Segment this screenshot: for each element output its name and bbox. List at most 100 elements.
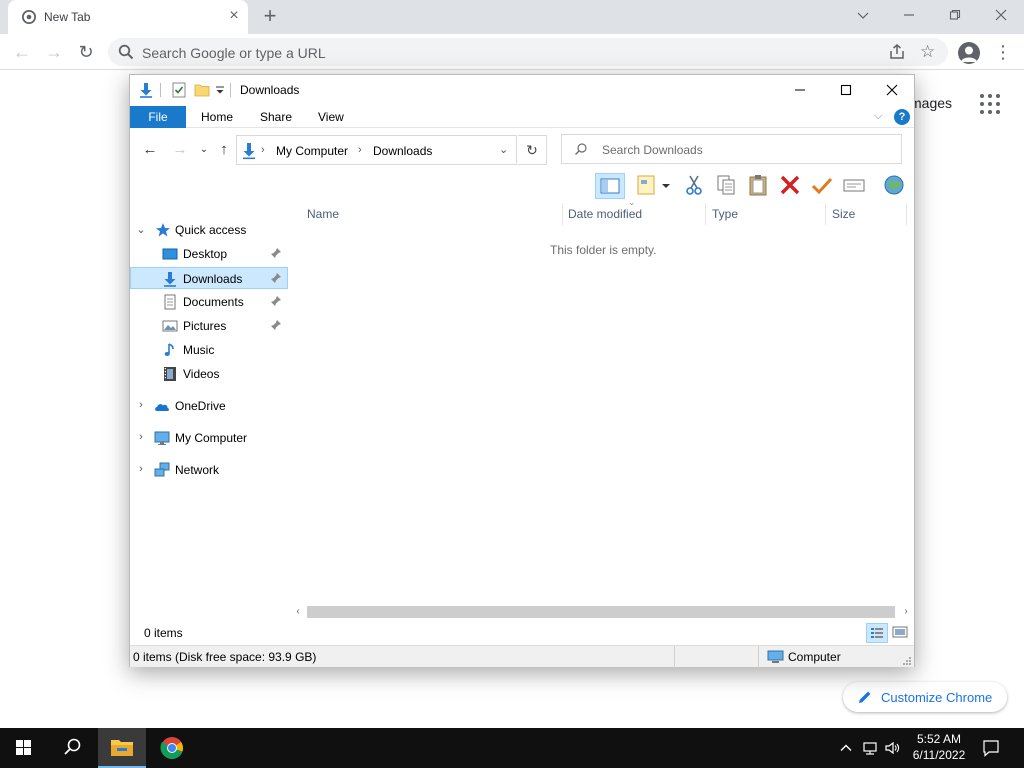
images-link[interactable]: mages (910, 95, 952, 111)
scrollbar-thumb[interactable] (307, 606, 895, 618)
ribbon-tab-view[interactable]: View (318, 106, 344, 128)
tab-new-tab[interactable]: New Tab × (8, 0, 248, 34)
column-header-name[interactable]: Name (307, 203, 339, 225)
nav-item-desktop[interactable]: Desktop (130, 243, 288, 265)
tab-search-chevron-icon[interactable] (848, 4, 878, 26)
bookmark-star-icon[interactable]: ☆ (920, 42, 935, 62)
search-downloads-input[interactable]: Search Downloads (561, 134, 902, 164)
status-text: 0 items (Disk free space: 93.9 GB) (133, 650, 317, 664)
taskbar-chrome[interactable] (148, 728, 196, 768)
taskbar-clock[interactable]: 5:52 AM 6/11/2022 (904, 731, 974, 763)
delete-x-icon[interactable] (778, 173, 802, 197)
network-globe-icon[interactable] (882, 173, 906, 197)
tab-close-icon[interactable]: × (226, 8, 242, 24)
change-view-button[interactable] (635, 173, 659, 197)
address-history-chevron-icon[interactable]: ⌄ (499, 143, 508, 156)
expand-ribbon-chevron-icon[interactable]: ⌵ (874, 110, 882, 123)
collapse-chevron-icon[interactable]: ⌄ (136, 223, 146, 236)
copy-icon[interactable] (714, 173, 738, 197)
ribbon-tab-share[interactable]: Share (260, 106, 292, 128)
chrome-toolbar: ← → ↻ Search Google or type a URL ☆ ⋮ (0, 34, 1024, 70)
address-bar[interactable]: › My Computer › Downloads ⌄ (236, 135, 517, 165)
explorer-forward-arrow-icon[interactable]: → (170, 141, 190, 159)
explorer-back-arrow-icon[interactable]: ← (140, 141, 160, 159)
pin-icon[interactable] (270, 295, 282, 307)
downloads-arrow-icon (164, 272, 176, 287)
column-divider[interactable] (825, 203, 826, 225)
new-folder-icon[interactable] (194, 82, 210, 98)
nav-item-pictures[interactable]: Pictures (130, 315, 288, 337)
pin-icon[interactable] (270, 247, 282, 259)
breadcrumb-separator-icon[interactable]: › (358, 144, 362, 156)
column-header-type[interactable]: Type (712, 203, 738, 225)
preview-pane-button[interactable] (595, 173, 625, 199)
explorer-maximize-icon[interactable] (823, 75, 869, 105)
help-icon[interactable]: ? (894, 109, 910, 125)
expand-chevron-icon[interactable]: › (136, 399, 146, 411)
share-icon[interactable] (888, 43, 906, 61)
refresh-icon[interactable]: ↻ (518, 135, 547, 165)
breadcrumb-downloads[interactable]: Downloads (373, 144, 432, 158)
back-arrow-icon[interactable]: ← (10, 40, 34, 64)
new-tab-plus-icon[interactable]: + (258, 5, 282, 29)
chrome-menu-icon[interactable]: ⋮ (994, 42, 1012, 64)
column-header-date-modified[interactable]: Date modified (568, 203, 642, 225)
restore-icon[interactable] (940, 4, 970, 26)
nav-item-quick-access[interactable]: ⌄ Quick access (130, 219, 288, 241)
column-header-size[interactable]: Size (832, 203, 855, 225)
reload-icon[interactable]: ↻ (74, 40, 98, 64)
explorer-minimize-icon[interactable] (777, 75, 823, 105)
notifications-icon[interactable] (982, 739, 1000, 757)
paste-clipboard-icon[interactable] (746, 173, 770, 197)
status-location: Computer (788, 650, 841, 664)
details-view-button[interactable] (866, 623, 888, 643)
pin-icon[interactable] (270, 272, 282, 284)
ribbon-tab-file[interactable]: File (130, 106, 186, 128)
breadcrumb-separator-icon[interactable]: › (261, 144, 265, 156)
change-view-dropdown-icon[interactable] (660, 173, 672, 197)
column-divider[interactable] (562, 203, 563, 225)
show-hidden-icons-chevron-icon[interactable] (838, 740, 854, 756)
close-window-icon[interactable] (986, 4, 1016, 26)
select-all-icon[interactable] (842, 173, 866, 197)
explorer-close-icon[interactable] (869, 75, 915, 105)
expand-chevron-icon[interactable]: › (136, 431, 146, 443)
column-divider[interactable] (906, 203, 907, 225)
ribbon-tab-home[interactable]: Home (201, 106, 233, 128)
nav-item-onedrive[interactable]: › OneDrive (130, 395, 288, 417)
breadcrumb-my-computer[interactable]: My Computer (276, 144, 348, 158)
up-arrow-icon[interactable]: ↑ (214, 141, 234, 159)
minimize-icon[interactable] (894, 4, 924, 26)
pin-icon[interactable] (270, 319, 282, 331)
recent-locations-chevron-icon[interactable]: ⌄ (194, 141, 214, 159)
network-tray-icon[interactable] (862, 740, 878, 756)
file-explorer-folder-icon (111, 740, 133, 756)
scroll-right-arrow-icon[interactable]: › (898, 604, 914, 620)
nav-item-music[interactable]: Music (130, 339, 288, 361)
nav-item-network[interactable]: › Network (130, 459, 288, 481)
rename-check-icon[interactable] (810, 173, 834, 197)
nav-item-my-computer[interactable]: › My Computer (130, 427, 288, 449)
omnibox[interactable]: Search Google or type a URL ☆ (108, 38, 948, 66)
taskbar-file-explorer[interactable] (98, 728, 146, 768)
expand-chevron-icon[interactable]: › (136, 463, 146, 475)
resize-grip-icon[interactable] (902, 656, 912, 666)
start-button[interactable] (0, 728, 48, 768)
nav-label: Downloads (183, 272, 243, 286)
customize-chrome-button[interactable]: Customize Chrome (843, 682, 1007, 712)
nav-item-downloads[interactable]: Downloads (130, 267, 288, 289)
horizontal-scrollbar[interactable]: ‹ › (290, 604, 914, 620)
large-icons-view-button[interactable] (890, 623, 912, 643)
profile-avatar-icon[interactable] (958, 42, 980, 64)
customize-quick-access-chevron-icon[interactable] (215, 82, 225, 98)
google-apps-icon[interactable] (980, 94, 1000, 114)
properties-icon[interactable] (172, 82, 186, 98)
cut-scissors-icon[interactable] (682, 173, 706, 197)
column-divider[interactable] (705, 203, 706, 225)
nav-item-videos[interactable]: Videos (130, 363, 288, 385)
nav-item-documents[interactable]: Documents (130, 291, 288, 313)
taskbar-search-button[interactable] (48, 728, 96, 768)
volume-speaker-icon[interactable] (884, 740, 900, 756)
scroll-left-arrow-icon[interactable]: ‹ (290, 604, 306, 620)
forward-arrow-icon[interactable]: → (42, 40, 66, 64)
